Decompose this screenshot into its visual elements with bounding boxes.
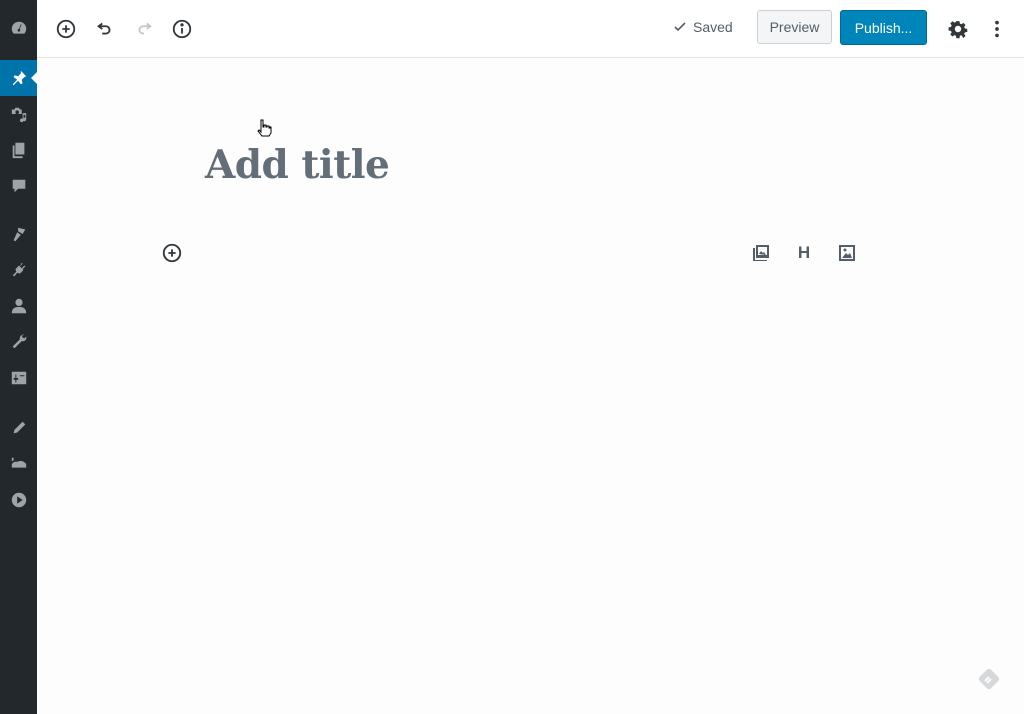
- sidebar-item-collapse-bar[interactable]: [0, 446, 37, 482]
- plugin-icon: [12, 262, 25, 277]
- kebab-menu-icon: [995, 20, 999, 38]
- save-status: Saved: [673, 19, 733, 35]
- quick-image-button[interactable]: [836, 242, 858, 264]
- feedback-logo-icon: [978, 668, 1000, 690]
- comment-icon: [12, 179, 25, 193]
- image-icon: [839, 245, 855, 261]
- wrench-icon: [12, 334, 26, 349]
- dashboard-icon: [11, 21, 26, 34]
- plus-circle-icon: [162, 243, 182, 263]
- saved-label: Saved: [693, 19, 733, 35]
- admin-sidebar: [0, 0, 37, 714]
- sidebar-item-plugins[interactable]: [0, 252, 37, 288]
- sidebar-item-play[interactable]: [0, 482, 37, 518]
- settings-button[interactable]: [943, 14, 973, 44]
- undo-icon: [97, 22, 111, 35]
- quick-gallery-button[interactable]: [750, 242, 772, 264]
- preview-button[interactable]: Preview: [757, 10, 832, 44]
- undo-button[interactable]: [90, 14, 120, 44]
- sidebar-item-comments[interactable]: [0, 168, 37, 204]
- redo-button[interactable]: [129, 14, 159, 44]
- sidebar-item-pages[interactable]: [0, 132, 37, 168]
- quick-heading-button[interactable]: H: [793, 242, 815, 264]
- info-icon: [172, 19, 192, 39]
- heading-icon: H: [797, 243, 811, 262]
- sidebar-item-media[interactable]: [0, 96, 37, 132]
- add-block-button[interactable]: [51, 14, 81, 44]
- pages-icon: [12, 142, 24, 159]
- plus-circle-icon: [56, 19, 76, 39]
- inline-add-block-button[interactable]: [161, 242, 183, 264]
- more-options-button[interactable]: [982, 14, 1012, 44]
- publish-button[interactable]: Publish...: [840, 10, 927, 45]
- media-icon: [11, 107, 26, 123]
- sidebar-item-dashboard[interactable]: [0, 10, 37, 46]
- gear-icon: [948, 21, 968, 39]
- paintbrush-icon: [13, 227, 25, 242]
- sidebar-item-tools[interactable]: [0, 324, 37, 360]
- bar-icon: [11, 457, 26, 468]
- post-title-input[interactable]: Add title: [205, 142, 390, 188]
- play-icon: [11, 492, 26, 508]
- sidebar-item-users[interactable]: [0, 288, 37, 324]
- settings-icon: [11, 371, 26, 385]
- sidebar-item-settings[interactable]: [0, 360, 37, 396]
- check-icon: [674, 22, 686, 32]
- redo-icon: [138, 22, 152, 35]
- info-button[interactable]: [167, 14, 197, 44]
- sidebar-item-appearance[interactable]: [0, 216, 37, 252]
- sidebar-item-posts[interactable]: [0, 60, 37, 96]
- pin-icon: [12, 70, 26, 86]
- editor-header: Saved Preview Publish...: [37, 0, 1024, 58]
- sidebar-item-edit[interactable]: [0, 410, 37, 446]
- gallery-icon: [753, 245, 769, 261]
- user-icon: [11, 298, 26, 314]
- hand-cursor-icon: [257, 119, 272, 137]
- pencil-icon: [13, 421, 25, 434]
